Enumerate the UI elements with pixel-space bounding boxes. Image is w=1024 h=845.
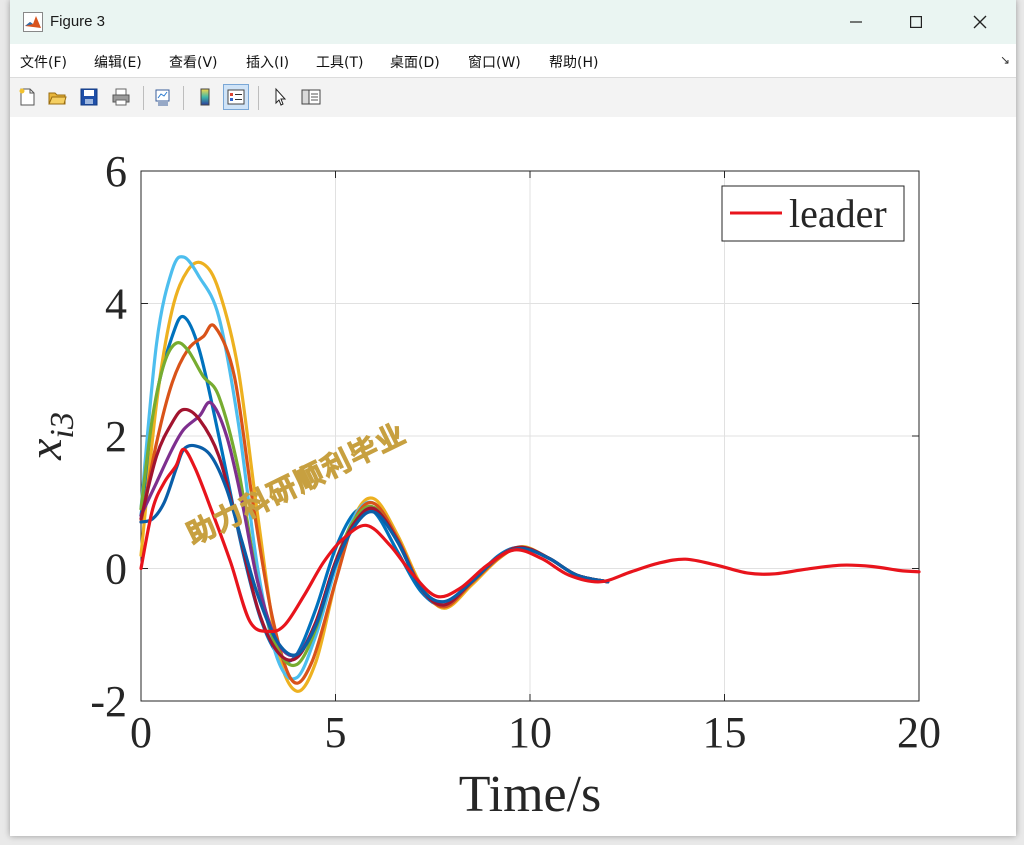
figure-canvas: 0 5 10 15 20 -2 0 2 4 6 Time/s xi3 leader 助力科研顺利毕… [10, 117, 1016, 836]
menu-tools[interactable]: 工具(T) [316, 52, 363, 72]
x-tick-label: 15 [703, 708, 747, 757]
menu-window[interactable]: 窗口(W) [468, 52, 521, 72]
figure-toolbar [10, 77, 1016, 118]
pointer-icon [275, 87, 287, 106]
x-tick-label: 5 [325, 708, 347, 757]
figure-window: Figure 3 文件(F) 编辑(E) 查看(V) 插入(I) 工具(T) 桌… [10, 0, 1016, 836]
legend-entry-leader: leader [789, 191, 887, 236]
open-file-icon [48, 92, 67, 105]
legend[interactable]: leader [721, 185, 905, 242]
colorbar-button[interactable] [192, 84, 218, 110]
toolbar-separator [183, 86, 184, 110]
x-axis-label: Time/s [459, 766, 602, 823]
save-button[interactable] [76, 84, 102, 110]
y-tick-label: 4 [105, 280, 127, 329]
maximize-icon [910, 16, 922, 28]
toolbar-separator [143, 86, 144, 110]
legend-icon [227, 89, 245, 105]
property-inspector-icon [301, 89, 321, 105]
menu-insert[interactable]: 插入(I) [246, 52, 289, 72]
open-file-button[interactable] [44, 84, 70, 110]
close-icon [973, 15, 987, 29]
matlab-icon [23, 12, 43, 32]
legend-button[interactable] [223, 84, 249, 110]
menu-file[interactable]: 文件(F) [20, 52, 67, 72]
maximize-button[interactable] [886, 0, 946, 44]
x-tick-label: 20 [897, 708, 941, 757]
new-figure-icon [19, 88, 35, 106]
x-tick-label: 0 [130, 708, 152, 757]
dock-arrow-icon[interactable]: ↘ [1000, 53, 1010, 67]
y-tick-label: 2 [105, 412, 127, 461]
close-button[interactable] [950, 0, 1010, 44]
menu-bar: 文件(F) 编辑(E) 查看(V) 插入(I) 工具(T) 桌面(D) 窗口(W… [10, 44, 1016, 77]
line-chart: 0 5 10 15 20-20246 Time/s xi3 leader 助力科研顺利毕… [10, 117, 1016, 836]
minimize-icon [850, 21, 862, 23]
y-tick-label: -2 [90, 677, 127, 726]
print-icon [112, 88, 130, 106]
y-tick-label: 0 [105, 545, 127, 594]
y-tick-label: 6 [105, 147, 127, 196]
menu-desktop[interactable]: 桌面(D) [390, 52, 440, 72]
title-bar: Figure 3 [10, 0, 1016, 44]
save-icon [80, 88, 98, 106]
minimize-button[interactable] [826, 0, 886, 44]
x-tick-label: 10 [508, 708, 552, 757]
pointer-button[interactable] [267, 84, 293, 110]
menu-help[interactable]: 帮助(H) [549, 52, 598, 72]
menu-view[interactable]: 查看(V) [169, 52, 218, 72]
window-title: Figure 3 [50, 13, 106, 30]
property-inspector-button[interactable] [298, 84, 324, 110]
print-button[interactable] [108, 84, 134, 110]
new-figure-button[interactable] [14, 84, 40, 110]
colorbar-icon [200, 88, 210, 106]
link-plot-icon [155, 89, 170, 106]
toolbar-separator [258, 86, 259, 110]
link-plot-button[interactable] [150, 84, 176, 110]
menu-edit[interactable]: 编辑(E) [94, 52, 142, 72]
